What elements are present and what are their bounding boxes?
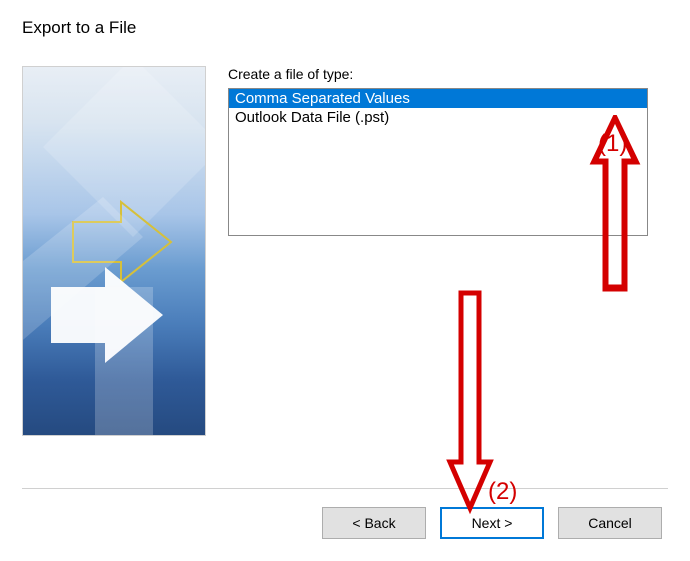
wizard-graphic [22,66,206,436]
file-type-label: Create a file of type: [228,66,668,82]
cancel-button[interactable]: Cancel [558,507,662,539]
file-type-listbox[interactable]: Comma Separated Values Outlook Data File… [228,88,648,236]
back-button[interactable]: < Back [322,507,426,539]
export-dialog: Export to a File Create a file [0,0,690,561]
right-column: Create a file of type: Comma Separated V… [228,66,668,436]
content-area: Create a file of type: Comma Separated V… [22,66,668,436]
next-button[interactable]: Next > [440,507,544,539]
button-row: < Back Next > Cancel [322,507,662,539]
dialog-title: Export to a File [22,18,668,38]
divider [22,488,668,489]
list-item[interactable]: Comma Separated Values [229,89,647,108]
list-item[interactable]: Outlook Data File (.pst) [229,108,647,127]
